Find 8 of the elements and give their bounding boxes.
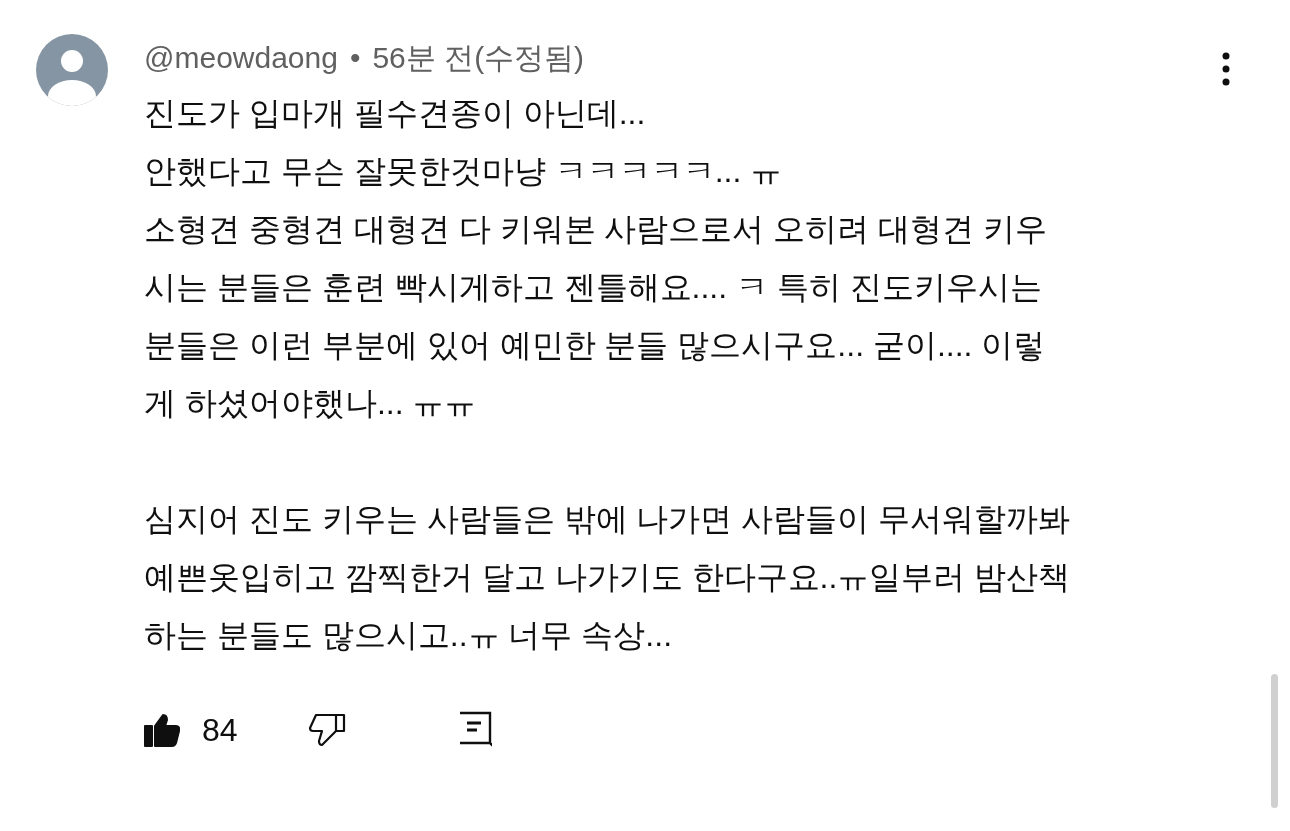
author-name[interactable]: @meowdaong: [144, 41, 338, 75]
comment-text: 심지어 진도 키우는 사람들은 밖에 나가면 사람들이 무서워할까봐 예쁜옷입히고 깜찍한거 달고 나가기도 한다구요..ㅠ일부러 밤산책 하는 분들도 많으시고..ㅠ 너무 속상...: [144, 500, 1072, 655]
separator-dot: •: [349, 41, 361, 75]
like-count: 84: [202, 711, 238, 749]
comment-time: 56분 전(수정됨): [372, 39, 585, 76]
comment-text: 진도가 입마개 필수견종이 아닌데... 안했다고 무슨 잘못한것마냥 ㅋㅋㅋㅋㅋ... ㅠ 소형견 중형견 대형견 다 키워본 사람으로서 오히려 대형견 키우 시는 분들은 훈련 빡시게하고 젠틀해요.... ㅋ 특히 진도키우시는 분들은 이런 부분에 있어 예민한 분들 많으시구요... 굳이.... 이렇 게 하셨어야했나... ㅠㅠ: [144, 94, 1049, 423]
more-menu-icon[interactable]: [1220, 52, 1232, 88]
scrollbar[interactable]: [1271, 674, 1278, 808]
